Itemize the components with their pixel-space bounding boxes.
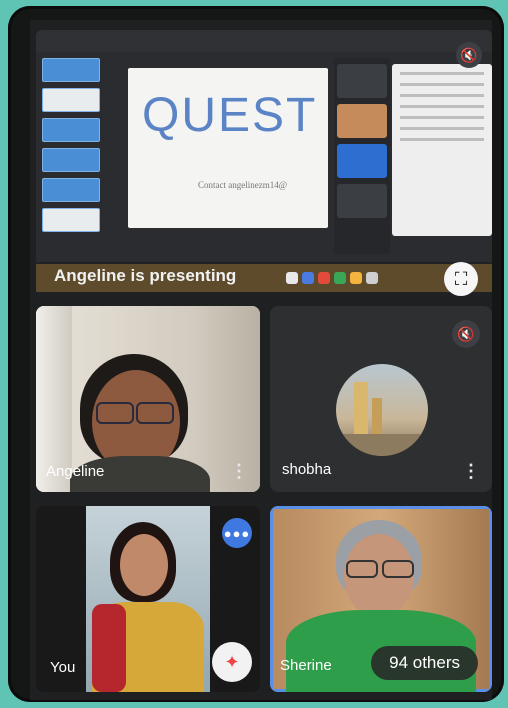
shared-meet-tiles [334, 58, 390, 254]
glasses [96, 402, 134, 424]
participant-name: Sherine [280, 657, 332, 674]
participant-tile-shobha[interactable]: 🔇 shobha ⋮ [270, 306, 492, 492]
glasses [136, 402, 174, 424]
chat-line [400, 83, 484, 86]
dock-icon [334, 272, 346, 284]
participant-tile-sherine[interactable]: Sherine 94 others [270, 506, 492, 692]
dock-icon [366, 272, 378, 284]
dock-icon [302, 272, 314, 284]
dock-icon [286, 272, 298, 284]
presenting-label: Angeline is presenting [54, 266, 237, 285]
fullscreen-icon[interactable]: ⛶ [444, 262, 478, 296]
more-options-icon[interactable]: ⋮ [230, 462, 248, 480]
avatar [336, 364, 428, 456]
shared-screen: QUEST Contact angelinezm14@ [36, 30, 492, 262]
chat-line [400, 127, 484, 130]
slide-thumbnail [42, 88, 100, 112]
chat-line [400, 116, 484, 119]
participant-dupatta [92, 604, 126, 692]
slide-thumbnail [42, 118, 100, 142]
mic-off-icon: 🔇 [452, 320, 480, 348]
audio-wave-icon: ●●● [222, 518, 252, 548]
meet-screen: QUEST Contact angelinezm14@ Angeline is … [30, 20, 492, 700]
current-slide: QUEST Contact angelinezm14@ [128, 68, 328, 228]
tablet-frame: QUEST Contact angelinezm14@ Angeline is … [8, 6, 504, 702]
slide-subtitle: Contact angelinezm14@ [198, 180, 288, 190]
others-count-button[interactable]: 94 others [371, 646, 478, 680]
slide-title: QUEST [142, 89, 318, 142]
shared-chat-panel [392, 64, 492, 236]
chat-line [400, 72, 484, 75]
glasses [346, 560, 378, 578]
participant-tile-you[interactable]: ●●● ✦ You [36, 506, 260, 692]
mini-tile [337, 64, 387, 98]
participant-name: Angeline [46, 463, 105, 480]
dock-icon [318, 272, 330, 284]
mini-tile [337, 104, 387, 138]
participant-face [120, 534, 168, 596]
participant-name: You [50, 659, 76, 676]
slides-toolbar [36, 30, 492, 52]
slide-thumbnail [42, 148, 100, 172]
chat-line [400, 138, 484, 141]
glasses [382, 560, 414, 578]
presentation-tile[interactable]: QUEST Contact angelinezm14@ Angeline is … [36, 30, 492, 296]
slide-thumbnails [42, 58, 100, 253]
slide-thumbnail [42, 178, 100, 202]
participant-tile-angeline[interactable]: Angeline ⋮ [36, 306, 260, 492]
participant-name: shobha [282, 461, 332, 478]
sparkle-icon[interactable]: ✦ [212, 642, 252, 682]
avatar-ground [336, 434, 428, 456]
more-options-icon[interactable]: ⋮ [462, 462, 480, 480]
mic-off-icon: 🔇 [456, 42, 482, 68]
chat-line [400, 94, 484, 97]
dock-icon [350, 272, 362, 284]
chat-line [400, 105, 484, 108]
mini-tile [337, 184, 387, 218]
slide-thumbnail [42, 208, 100, 232]
avatar-tower [354, 382, 368, 442]
mini-tile [337, 144, 387, 178]
slide-thumbnail [42, 58, 100, 82]
taskbar-dock [286, 272, 378, 284]
